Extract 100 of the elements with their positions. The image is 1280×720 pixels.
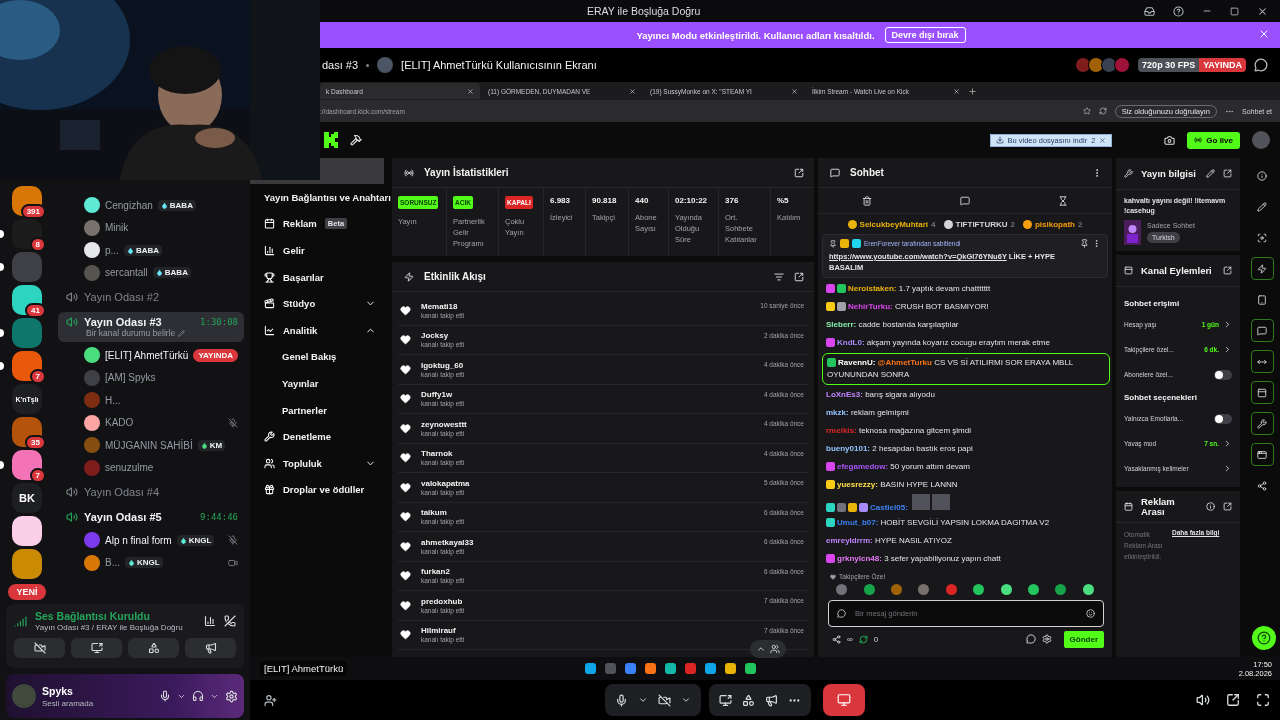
mic-icon[interactable] — [159, 690, 171, 702]
popout-icon[interactable] — [1223, 502, 1232, 511]
voice-channel[interactable]: Yayın Odası #3 1:30:08 Bir kanal durumu belirle — [58, 312, 244, 342]
share-screen-icon[interactable] — [719, 693, 732, 707]
member-name[interactable]: senuzulme — [105, 462, 154, 474]
soundboard-button[interactable] — [185, 638, 236, 658]
viewers-button[interactable] — [750, 640, 786, 658]
server-icon[interactable]: 7 — [12, 351, 42, 381]
window-button[interactable] — [1250, 443, 1274, 466]
hourglass-icon[interactable] — [1058, 195, 1068, 206]
close-tab-icon[interactable] — [629, 87, 636, 95]
member-name[interactable]: [AM] Spyks — [105, 372, 156, 384]
nav-item[interactable]: Topluluk — [250, 449, 388, 477]
app-icon[interactable] — [625, 663, 637, 674]
lightning-button[interactable] — [1250, 257, 1274, 280]
emote-icon[interactable] — [1000, 583, 1012, 595]
more-icon[interactable] — [1092, 239, 1101, 248]
star-icon[interactable] — [1082, 107, 1091, 115]
chevron-icon[interactable] — [1223, 464, 1232, 473]
share-screen-button[interactable] — [71, 638, 122, 658]
emote-icon[interactable] — [1055, 583, 1067, 595]
settings-icon[interactable] — [225, 689, 238, 703]
new-badge[interactable]: YENİ — [8, 584, 46, 600]
nav-item[interactable]: Başarılar — [250, 263, 388, 291]
chat-button[interactable] — [1250, 319, 1274, 342]
popout-icon[interactable] — [794, 271, 804, 282]
app-icon[interactable] — [645, 663, 657, 674]
emote-icon[interactable] — [863, 583, 875, 595]
member-name[interactable]: Cengizhan — [105, 199, 153, 211]
member-name[interactable]: Minik — [105, 222, 129, 234]
server-icon[interactable]: BK — [12, 483, 42, 513]
mic-icon[interactable] — [615, 693, 628, 707]
chevron-icon[interactable] — [1223, 439, 1232, 448]
close-button[interactable] — [1258, 28, 1270, 40]
app-icon[interactable] — [745, 663, 757, 674]
panel-button[interactable] — [1250, 381, 1274, 404]
caret-icon[interactable] — [638, 695, 648, 705]
activities-icon[interactable] — [742, 693, 755, 707]
pencil-icon[interactable] — [178, 329, 186, 337]
channel-status[interactable]: Bir kanal durumu belirle — [86, 328, 176, 338]
chevron-icon[interactable] — [1223, 320, 1232, 329]
camera-icon[interactable] — [1164, 134, 1176, 146]
server-icon[interactable] — [12, 549, 42, 579]
member-name[interactable]: H... — [105, 394, 121, 406]
voice-channel[interactable]: Yayın Odası #2 — [58, 287, 244, 307]
emote-icon[interactable] — [1082, 583, 1094, 595]
refresh-icon[interactable] — [1098, 107, 1107, 115]
popout-icon[interactable] — [1223, 169, 1232, 178]
help-icon[interactable] — [1173, 5, 1184, 17]
hammer-icon[interactable] — [350, 134, 362, 146]
nav-item[interactable]: Gelir — [250, 237, 388, 264]
soundboard-icon[interactable] — [765, 693, 778, 707]
nav-subitem[interactable]: Yayınlar — [250, 370, 388, 397]
app-icon[interactable] — [585, 663, 597, 674]
pin-icon[interactable] — [1080, 239, 1089, 248]
viewer-avatar[interactable] — [1114, 57, 1131, 73]
emote-icon[interactable] — [973, 583, 985, 595]
close-tab-icon[interactable] — [791, 87, 798, 95]
app-icon[interactable] — [705, 663, 717, 674]
activities-button[interactable] — [128, 638, 179, 658]
nav-subitem[interactable]: Partnerler — [250, 396, 388, 424]
member-name[interactable]: Alp n final form — [105, 534, 172, 546]
chat-icon[interactable] — [1254, 58, 1268, 72]
app-icon[interactable] — [665, 663, 677, 674]
stop-stream-button[interactable] — [823, 684, 865, 716]
filter-icon[interactable] — [774, 271, 784, 282]
fullscreen-icon[interactable] — [1256, 693, 1270, 707]
popout-icon[interactable] — [794, 167, 804, 178]
disconnect-icon[interactable] — [224, 615, 236, 627]
maximize-icon[interactable] — [1230, 6, 1239, 16]
volume-icon[interactable] — [1196, 693, 1210, 707]
nav-subitem[interactable]: Genel Bakış — [250, 343, 388, 371]
camera-button[interactable] — [14, 638, 65, 658]
arrows-button[interactable] — [1250, 350, 1274, 373]
close-tab-icon[interactable] — [467, 87, 474, 95]
nav-item[interactable]: Stüdyo — [250, 290, 388, 317]
send-button[interactable]: Gönder — [1063, 630, 1104, 648]
server-icon[interactable]: 8 — [12, 219, 42, 249]
disable-button[interactable]: Devre dışı bırak — [884, 27, 966, 43]
settings-icon[interactable] — [1041, 634, 1052, 644]
wrench-button[interactable] — [1250, 412, 1274, 435]
close-tab-icon[interactable] — [953, 87, 960, 95]
camera-off-icon[interactable] — [658, 693, 671, 707]
server-icon[interactable] — [12, 516, 42, 546]
member-name[interactable]: p... — [105, 244, 119, 256]
nav-item[interactable]: Droplar ve ödüller — [250, 476, 388, 504]
chat-icon[interactable] — [960, 195, 970, 206]
app-icon[interactable] — [725, 663, 737, 674]
emoji-icon[interactable] — [1086, 609, 1095, 618]
go-live-button[interactable]: Go live — [1187, 131, 1240, 149]
headphones-icon[interactable] — [192, 690, 204, 702]
help-button[interactable] — [1252, 626, 1276, 650]
inbox-icon[interactable] — [1144, 5, 1155, 17]
edit-icon[interactable] — [1206, 169, 1215, 178]
member-name[interactable]: KADO — [105, 417, 134, 429]
server-icon[interactable]: 41 — [12, 285, 42, 315]
emote-icon[interactable] — [1027, 583, 1039, 595]
popout-icon[interactable] — [1223, 266, 1232, 275]
chat-icon[interactable] — [1025, 634, 1036, 644]
server-icon[interactable]: 35 — [12, 417, 42, 447]
